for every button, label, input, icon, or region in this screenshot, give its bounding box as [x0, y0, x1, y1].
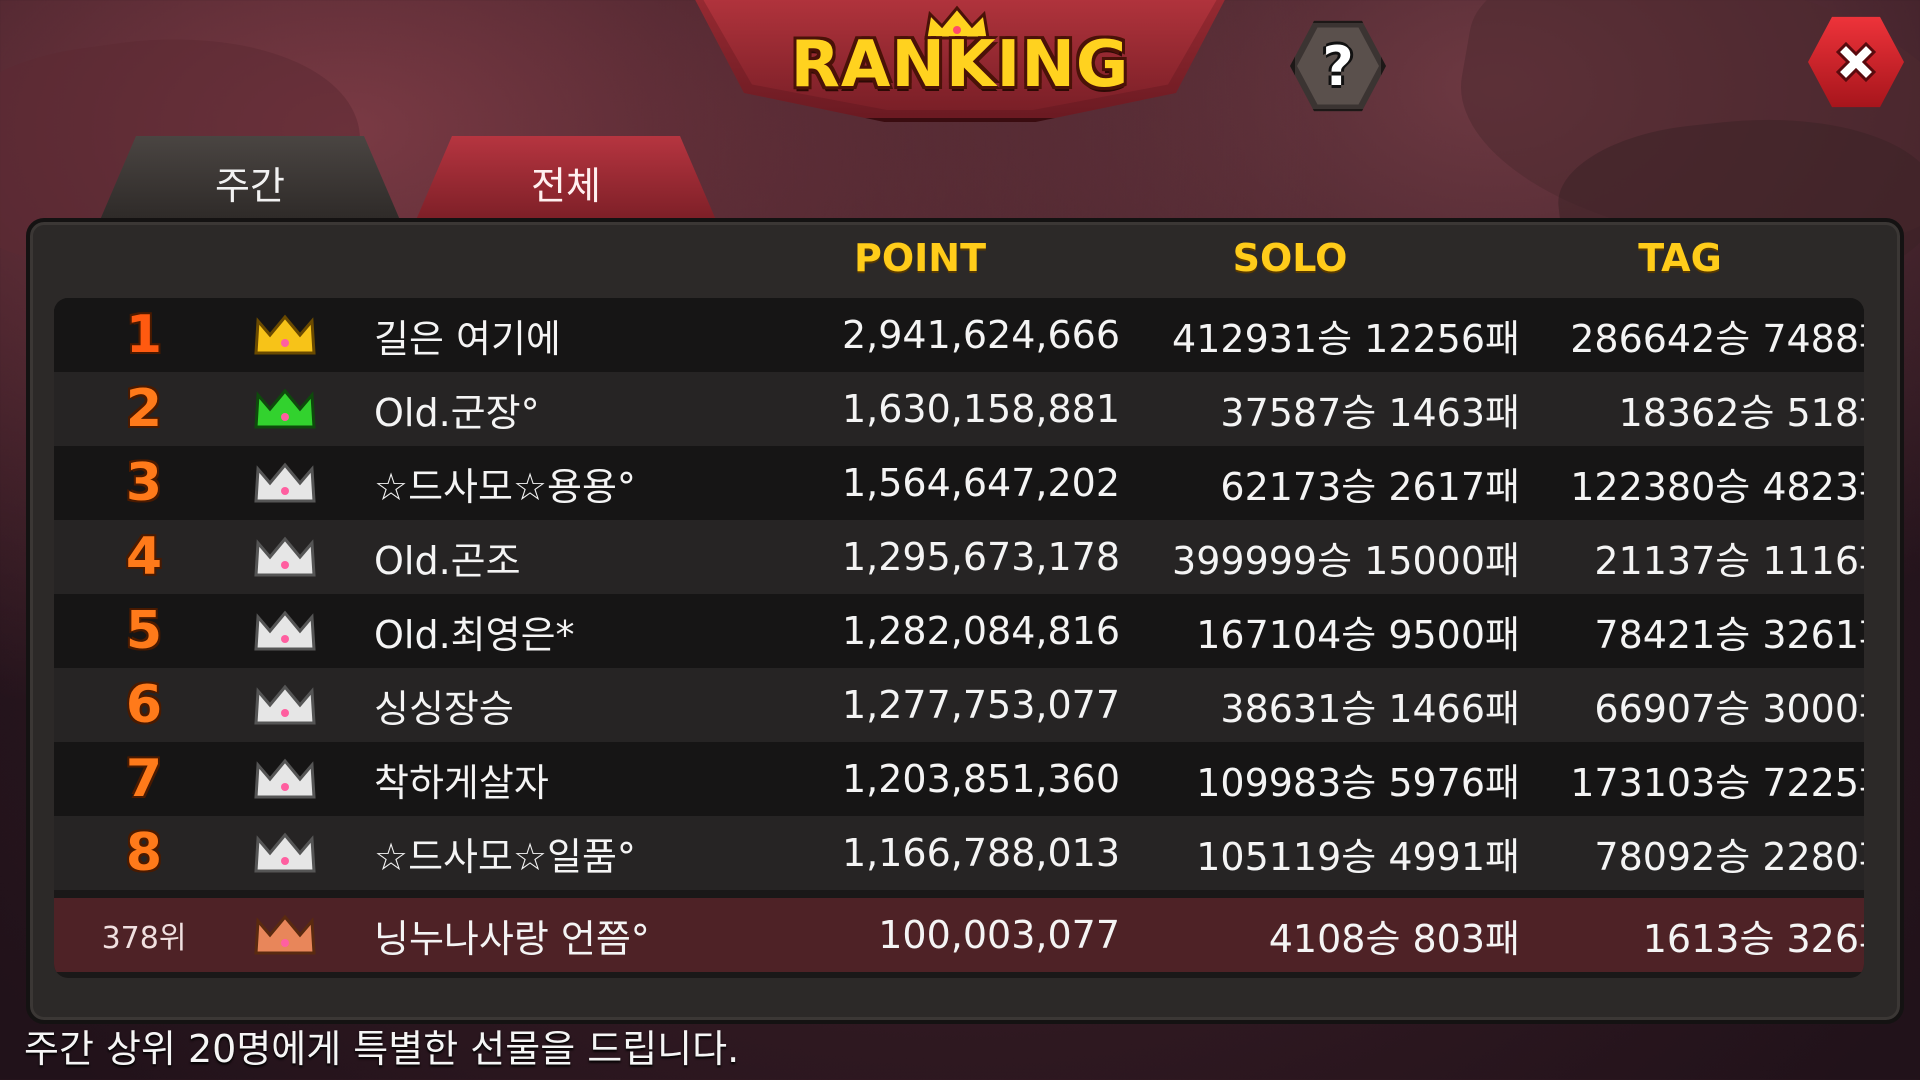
player-tag-record: 173103승 7225패: [1570, 760, 1864, 805]
silver-crown-icon: [250, 594, 320, 668]
player-solo-record: 62173승 2617패: [1220, 464, 1520, 509]
ranking-row[interactable]: 7 착하게살자 1,203,851,360 109983승 5976패 1731…: [54, 742, 1864, 816]
player-solo-record: 399999승 15000패: [1172, 538, 1520, 583]
player-tag-record: 286642승 7488패: [1570, 316, 1864, 361]
question-icon[interactable]: ?: [1297, 25, 1379, 107]
player-tag-record: 122380승 4823패: [1570, 464, 1864, 509]
player-solo-record: 109983승 5976패: [1196, 760, 1520, 805]
green-crown-icon: [250, 372, 320, 446]
player-point: 1,203,851,360: [841, 757, 1120, 801]
my-player-point: 100,003,077: [878, 913, 1120, 957]
column-header-tag: TAG: [1638, 236, 1722, 280]
player-point: 2,941,624,666: [841, 313, 1120, 357]
column-header-solo: SOLO: [1232, 236, 1348, 280]
ranking-row[interactable]: 1 길은 여기에 2,941,624,666 412931승 12256패 28…: [54, 298, 1864, 372]
rank-number: 3: [125, 453, 163, 513]
rank-number: 4: [125, 527, 163, 587]
ranking-row[interactable]: 6 싱싱장승 1,277,753,077 38631승 1466패 66907승…: [54, 668, 1864, 742]
ranking-row[interactable]: 5 Old.최영은* 1,282,084,816 167104승 9500패 7…: [54, 594, 1864, 668]
silver-crown-icon: [250, 742, 320, 816]
column-header-point: POINT: [853, 236, 987, 280]
rank-number: 1: [125, 305, 163, 365]
ranking-row[interactable]: 8 ☆드사모☆일품° 1,166,788,013 105119승 4991패 7…: [54, 816, 1864, 890]
my-rank-number: 378위: [101, 921, 187, 956]
player-solo-record: 37587승 1463패: [1220, 390, 1520, 435]
my-player-name: 닝누나사랑 언쯤°: [374, 916, 650, 961]
player-name: 길은 여기에: [374, 316, 561, 361]
my-player-tag-record: 1613승 326패: [1642, 916, 1864, 961]
ranking-row[interactable]: 4 Old.곤조 1,295,673,178 399999승 15000패 21…: [54, 520, 1864, 594]
ranking-row[interactable]: 2 Old.군장° 1,630,158,881 37587승 1463패 183…: [54, 372, 1864, 446]
silver-crown-icon: [250, 520, 320, 594]
footer-note: 주간 상위 20명에게 특별한 선물을 드립니다.: [24, 1027, 740, 1071]
player-name: Old.곤조: [374, 538, 521, 583]
player-point: 1,166,788,013: [841, 831, 1120, 875]
player-solo-record: 412931승 12256패: [1172, 316, 1520, 361]
rank-number: 2: [125, 379, 163, 439]
my-ranking-row[interactable]: 378위 닝누나사랑 언쯤° 100,003,077 4108승 803패 16…: [54, 898, 1864, 972]
rank-number: 8: [125, 823, 163, 883]
tab-all[interactable]: 전체: [416, 136, 716, 220]
tab-weekly[interactable]: 주간: [100, 136, 400, 220]
page-title: RANKING: [790, 28, 1130, 102]
player-solo-record: 38631승 1466패: [1220, 686, 1520, 731]
player-name: Old.군장°: [374, 390, 540, 435]
rank-number: 5: [125, 601, 163, 661]
ranking-row[interactable]: 3 ☆드사모☆용용° 1,564,647,202 62173승 2617패 12…: [54, 446, 1864, 520]
player-name: ☆드사모☆일품°: [374, 834, 636, 879]
rank-number: 7: [125, 749, 163, 809]
player-point: 1,630,158,881: [841, 387, 1120, 431]
player-solo-record: 167104승 9500패: [1196, 612, 1520, 657]
rank-number: 6: [125, 675, 163, 735]
player-point: 1,295,673,178: [841, 535, 1120, 579]
silver-crown-icon: [250, 816, 320, 890]
player-tag-record: 18362승 518패: [1618, 390, 1864, 435]
close-icon[interactable]: [1826, 32, 1886, 92]
player-name: 싱싱장승: [374, 686, 514, 731]
player-point: 1,277,753,077: [841, 683, 1120, 727]
my-player-solo-record: 4108승 803패: [1268, 916, 1520, 961]
silver-crown-icon: [250, 668, 320, 742]
tab-weekly-label: 주간: [215, 163, 285, 208]
player-point: 1,282,084,816: [841, 609, 1120, 653]
player-solo-record: 105119승 4991패: [1196, 834, 1520, 879]
player-point: 1,564,647,202: [841, 461, 1120, 505]
player-tag-record: 78421승 3261패: [1594, 612, 1864, 657]
player-name: Old.최영은*: [374, 612, 575, 657]
gold-crown-icon: [250, 298, 320, 372]
player-tag-record: 66907승 3000패: [1594, 686, 1864, 731]
ranking-table[interactable]: 1 길은 여기에 2,941,624,666 412931승 12256패 28…: [54, 298, 1864, 978]
player-tag-record: 78092승 2280패: [1594, 834, 1864, 879]
player-name: ☆드사모☆용용°: [374, 464, 636, 509]
tab-all-label: 전체: [531, 163, 601, 208]
bronze-crown-icon: [250, 898, 320, 972]
silver-crown-icon: [250, 446, 320, 520]
player-tag-record: 21137승 1116패: [1594, 538, 1864, 583]
player-name: 착하게살자: [374, 760, 549, 805]
